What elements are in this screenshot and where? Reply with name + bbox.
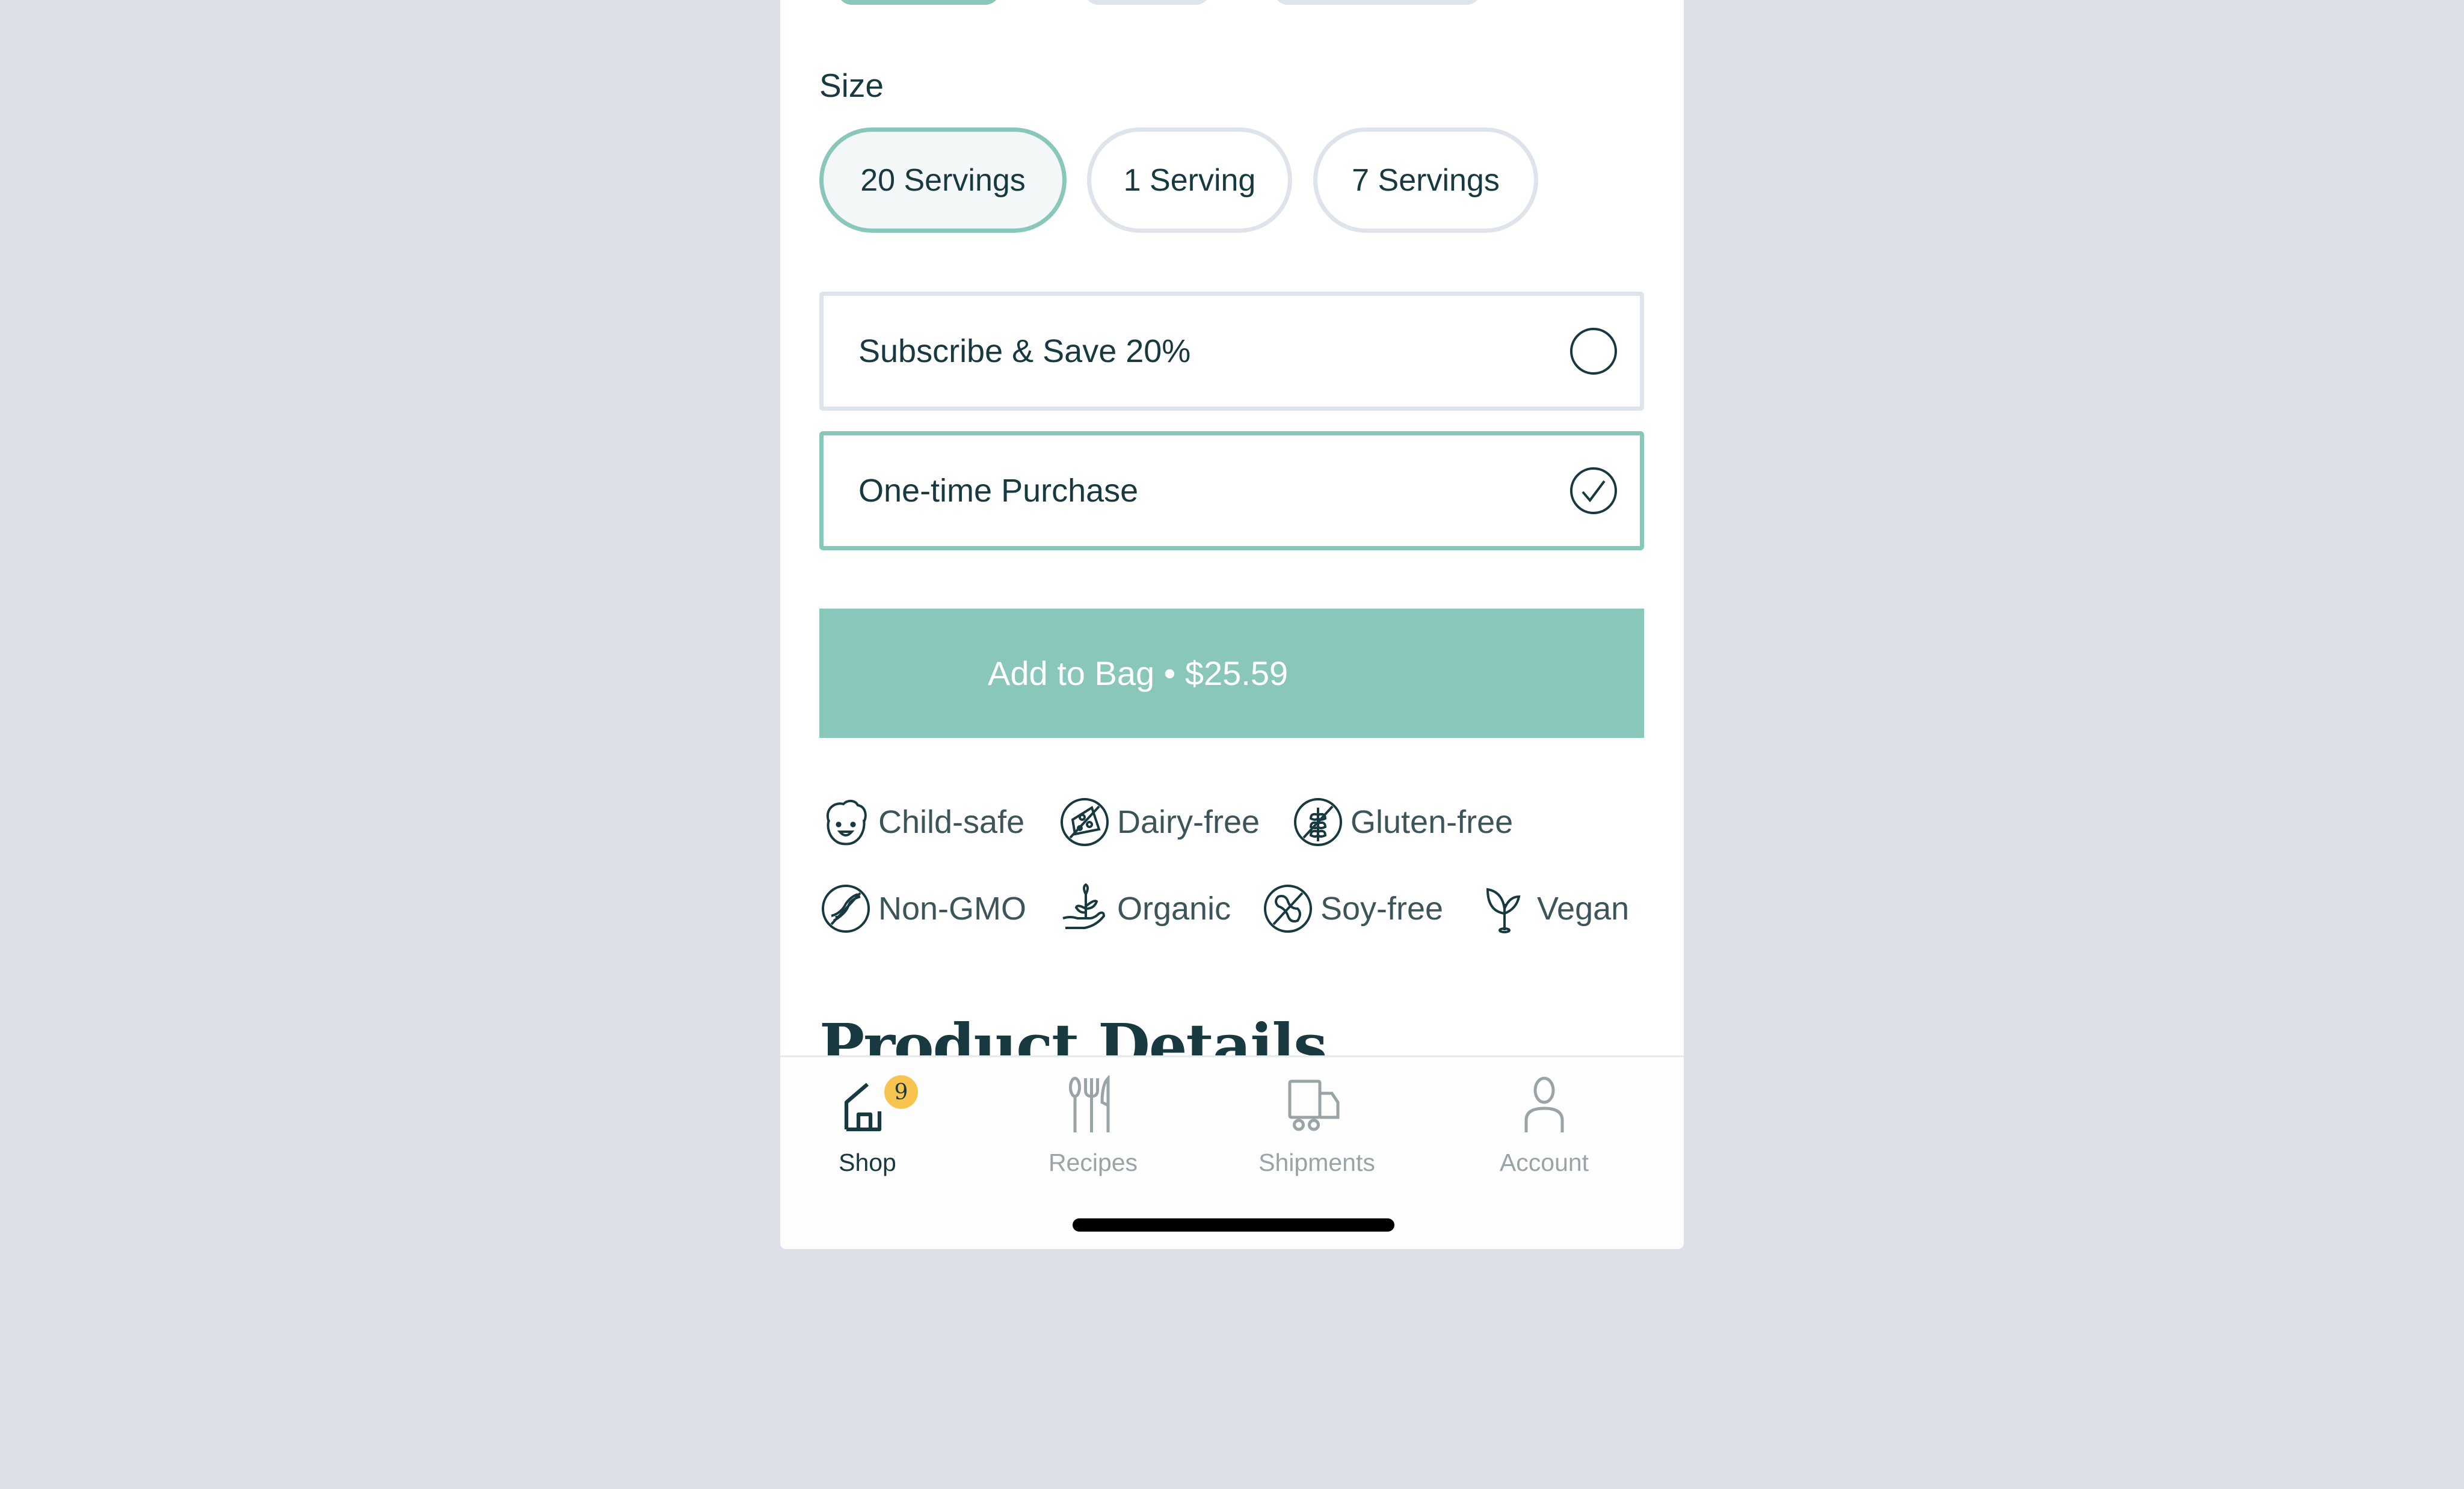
truck-icon bbox=[1288, 1079, 1340, 1131]
no-dairy-icon bbox=[1061, 798, 1109, 846]
previous-option-pill-selected[interactable] bbox=[837, 0, 1000, 5]
add-to-bag-label: Add to Bag • $25.59 bbox=[988, 654, 1289, 692]
child-face-icon bbox=[827, 800, 867, 846]
tab-account[interactable]: Account bbox=[1454, 1075, 1634, 1177]
attribute-dairy-free: Dairy-free bbox=[1058, 796, 1260, 849]
tab-label: Recipes bbox=[1048, 1149, 1138, 1176]
attribute-label: Gluten-free bbox=[1351, 804, 1514, 840]
add-to-bag-button[interactable]: Add to Bag • $25.59 bbox=[819, 609, 1644, 738]
sprout-icon bbox=[1486, 888, 1521, 933]
no-gluten-icon bbox=[1294, 798, 1342, 846]
radio-checked-icon[interactable] bbox=[1570, 467, 1617, 514]
size-option-label: 20 Servings bbox=[860, 162, 1026, 198]
bottom-tab-bar: 9 Shop Recipes Shipments Account bbox=[780, 1055, 1684, 1249]
tab-recipes[interactable]: Recipes bbox=[1003, 1075, 1183, 1177]
tab-label: Account bbox=[1499, 1149, 1589, 1176]
phone-screen: Size 20 Servings 1 Serving 7 Servings Su… bbox=[780, 0, 1684, 1249]
size-option-20-servings[interactable]: 20 Servings bbox=[819, 127, 1067, 233]
utensils-icon bbox=[1069, 1075, 1110, 1132]
checkmark-icon bbox=[1582, 480, 1606, 503]
no-soy-icon bbox=[1264, 885, 1312, 933]
attribute-vegan: Vegan bbox=[1478, 882, 1629, 935]
attribute-label: Child-safe bbox=[878, 804, 1025, 840]
attribute-gluten-free: Gluten-free bbox=[1292, 796, 1513, 849]
attribute-label: Dairy-free bbox=[1117, 804, 1260, 840]
attribute-child-safe: Child-safe bbox=[819, 796, 1024, 849]
size-option-label: 7 Servings bbox=[1352, 162, 1500, 198]
size-option-7-servings[interactable]: 7 Servings bbox=[1313, 127, 1538, 233]
tab-label: Shipments bbox=[1258, 1149, 1375, 1176]
option-label: Subscribe & Save 20% bbox=[858, 333, 1191, 369]
attribute-organic: Organic bbox=[1058, 882, 1231, 935]
attribute-non-gmo: Non-GMO bbox=[819, 882, 1026, 935]
no-gmo-icon bbox=[822, 885, 870, 933]
attribute-label: Non-GMO bbox=[878, 891, 1027, 927]
tab-shop[interactable]: 9 Shop bbox=[780, 1075, 958, 1177]
radio-unchecked-icon[interactable] bbox=[1570, 328, 1617, 375]
person-icon bbox=[1524, 1076, 1564, 1132]
attribute-label: Vegan bbox=[1537, 891, 1630, 927]
previous-option-pill[interactable] bbox=[1274, 0, 1481, 5]
organic-hand-sprout-icon bbox=[1062, 883, 1106, 929]
size-option-label: 1 Serving bbox=[1123, 162, 1256, 198]
option-label: One-time Purchase bbox=[858, 473, 1139, 509]
home-indicator[interactable] bbox=[1073, 1218, 1394, 1232]
attribute-label: Soy-free bbox=[1320, 891, 1444, 927]
cart-count-badge: 9 bbox=[884, 1075, 918, 1109]
tab-label: Shop bbox=[839, 1149, 896, 1176]
attribute-soy-free: Soy-free bbox=[1261, 882, 1443, 935]
tab-shipments[interactable]: Shipments bbox=[1227, 1075, 1407, 1177]
size-option-1-serving[interactable]: 1 Serving bbox=[1087, 127, 1292, 233]
one-time-purchase-option[interactable]: One-time Purchase bbox=[819, 431, 1644, 550]
size-label: Size bbox=[819, 67, 884, 104]
previous-option-pill[interactable] bbox=[1084, 0, 1210, 5]
attribute-label: Organic bbox=[1117, 891, 1231, 927]
subscribe-save-option[interactable]: Subscribe & Save 20% bbox=[819, 292, 1644, 411]
